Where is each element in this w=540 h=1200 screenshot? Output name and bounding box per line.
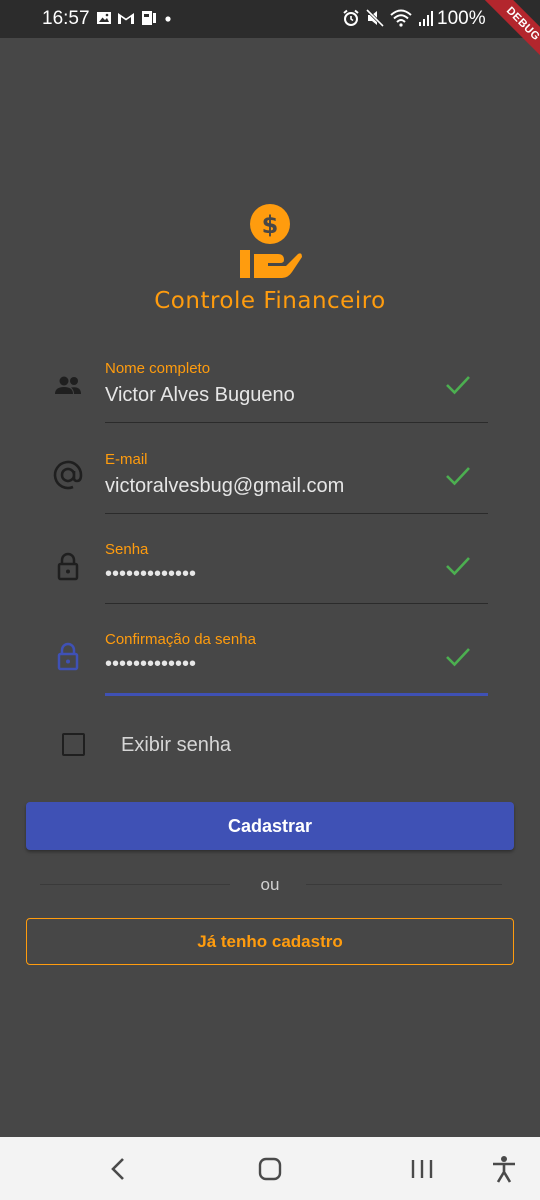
name-label: Nome completo <box>105 360 211 377</box>
money-hand-icon: $ <box>240 204 302 278</box>
check-icon <box>446 648 470 667</box>
check-icon <box>446 376 470 395</box>
accessibility-icon[interactable] <box>489 1154 519 1184</box>
confirm-password-label: Confirmação da senha <box>105 631 256 648</box>
divider-text: ou <box>260 875 280 894</box>
lock-icon <box>57 552 79 581</box>
system-icons <box>342 9 434 27</box>
navigation-bar <box>0 1137 540 1200</box>
svg-text:$: $ <box>262 211 279 239</box>
wifi-icon <box>390 9 412 27</box>
show-password-checkbox[interactable] <box>62 733 85 756</box>
check-icon <box>446 557 470 576</box>
password-underline <box>105 603 488 604</box>
email-field[interactable]: E-mail victoralvesbug@gmail.com <box>48 451 488 541</box>
password-label: Senha <box>105 541 149 558</box>
password-field[interactable]: Senha ••••••••••••• <box>48 541 488 631</box>
password-input[interactable]: ••••••••••••• <box>105 563 196 586</box>
show-password-label: Exibir senha <box>121 734 232 756</box>
confirm-password-underline <box>105 693 488 696</box>
name-field[interactable]: Nome completo Victor Alves Bugueno <box>48 360 488 450</box>
confirm-password-field[interactable]: Confirmação da senha ••••••••••••• <box>48 631 488 721</box>
cast-icon <box>142 11 156 25</box>
home-icon[interactable] <box>255 1154 285 1184</box>
app-title: Controle Financeiro <box>154 288 386 314</box>
recents-icon[interactable] <box>407 1154 437 1184</box>
back-icon[interactable] <box>104 1154 134 1184</box>
at-icon <box>53 460 83 490</box>
lock-icon <box>57 642 79 671</box>
signal-icon <box>419 11 433 26</box>
mute-icon <box>366 9 384 27</box>
status-time: 16:57 <box>42 8 90 29</box>
show-password-toggle[interactable]: Exibir senha <box>62 733 231 756</box>
name-underline <box>105 422 488 423</box>
image-icon <box>97 12 111 24</box>
people-icon <box>55 376 81 394</box>
battery-level: 100% <box>437 8 486 29</box>
name-input[interactable]: Victor Alves Bugueno <box>105 384 295 407</box>
email-label: E-mail <box>105 451 148 468</box>
dot-icon <box>165 16 171 22</box>
email-underline <box>105 513 488 514</box>
confirm-password-input[interactable]: ••••••••••••• <box>105 653 196 676</box>
notification-icons <box>96 9 173 27</box>
register-button[interactable]: Cadastrar <box>26 802 514 850</box>
alarm-icon <box>343 9 359 26</box>
already-registered-button[interactable]: Já tenho cadastro <box>26 918 514 965</box>
status-bar: 16:57 100% <box>0 0 540 38</box>
email-input[interactable]: victoralvesbug@gmail.com <box>105 475 344 498</box>
gmail-icon <box>118 13 134 24</box>
check-icon <box>446 467 470 486</box>
